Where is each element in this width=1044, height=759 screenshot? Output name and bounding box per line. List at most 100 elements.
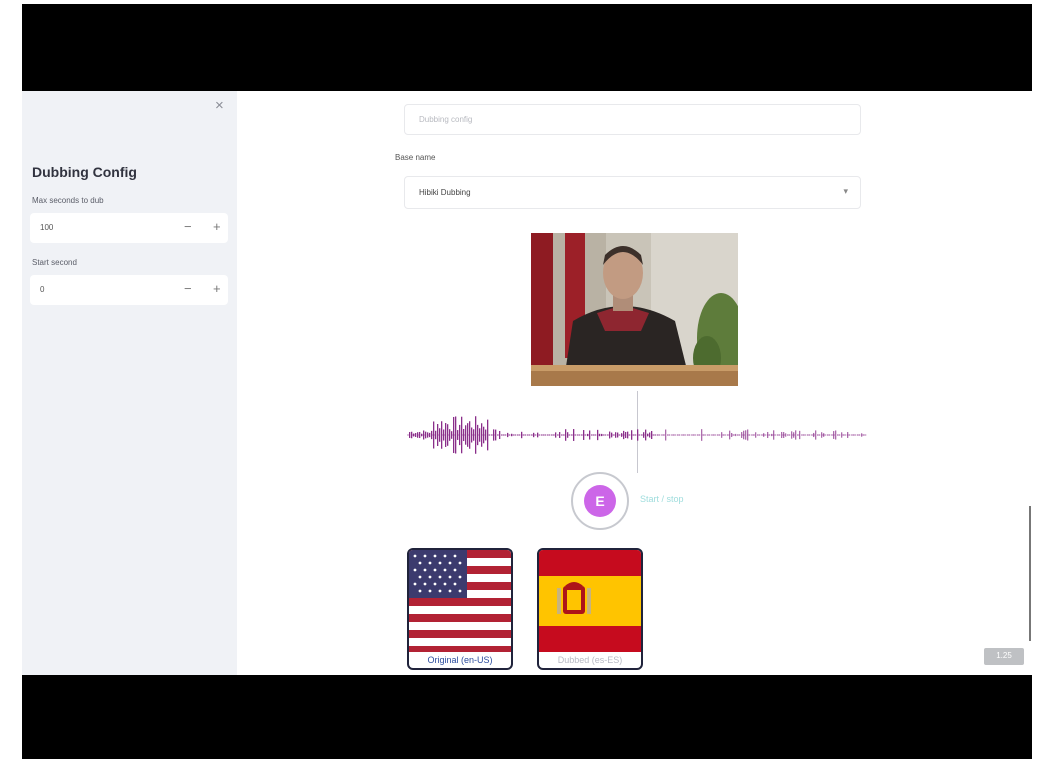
waveform-bar [663,434,665,436]
waveform-bar [755,432,757,438]
waveform-bar [583,430,585,440]
waveform-bar [857,434,859,436]
waveform-bar [569,434,571,436]
sidebar: × Dubbing Config Max seconds to dub 100 … [22,91,237,675]
scrollbar-thumb[interactable] [1029,506,1031,641]
waveform-bar [699,434,701,436]
waveform-bar [721,432,723,438]
waveform-bar [519,434,521,436]
waveform-bar [725,434,727,436]
max-seconds-input[interactable]: 100 − + [30,213,228,243]
speaker-video-image [531,233,738,386]
waveform-bar [609,431,611,439]
language-caption-dubbed: Dubbed (es-ES) [557,655,623,665]
audio-waveform[interactable] [407,411,867,459]
voice-select[interactable]: Hibiki Dubbing ▾ [404,176,861,209]
waveform-bar [423,430,425,440]
start-second-input[interactable]: 0 − + [30,275,228,305]
waveform-bar [777,434,779,436]
record-play-button[interactable]: E [571,472,629,530]
waveform-bar [707,434,709,436]
waveform-bar [789,434,791,436]
waveform-bar [791,431,793,439]
max-seconds-value[interactable]: 100 [40,223,53,232]
waveform-bar [501,434,503,436]
waveform-bar [853,434,855,436]
waveform-bar [553,434,555,436]
waveform-bar [739,434,741,436]
waveform-bar [537,432,539,438]
chevron-down-icon[interactable]: ▾ [843,186,848,197]
waveform-bar [773,430,775,440]
speed-badge: 1.25 [984,648,1024,665]
waveform-bar [623,430,625,440]
waveform-bar [555,432,557,438]
waveform-bar [695,434,697,436]
waveform-bar [863,434,865,436]
waveform-bar [717,434,719,436]
waveform-bar [413,433,415,437]
waveform-bar [491,434,493,436]
waveform-bar [753,434,755,436]
waveform-bar [685,434,687,436]
waveform-bar [727,434,729,436]
waveform-bar [751,434,753,436]
waveform-bar [703,434,705,436]
waveform-bar [591,434,593,436]
waveform-bar [409,432,411,438]
waveform-bar [709,434,711,436]
waveform-bar [485,429,487,441]
waveform-bar [411,431,413,439]
top-text-input[interactable]: Dubbing config [404,104,861,135]
waveform-bar [761,434,763,436]
waveform-bar [637,429,639,441]
waveform-bar [787,434,789,436]
waveform-bar [825,434,827,436]
waveform-bar [851,434,853,436]
waveform-bar [757,434,759,436]
start-second-value[interactable]: 0 [40,285,44,294]
sidebar-close-icon[interactable]: × [215,97,224,114]
start-second-increment-button[interactable]: + [213,281,221,296]
waveform-bar [459,424,461,446]
waveform-bar [819,434,821,436]
language-card-dubbed[interactable]: Dubbed (es-ES) [537,548,643,670]
waveform-bar [667,434,669,436]
waveform-bar [651,430,653,440]
waveform-bar [767,431,769,439]
waveform-bar [625,431,627,439]
language-card-original[interactable]: Original (en-US) [407,548,513,670]
waveform-bar [577,434,579,436]
waveform-bar [415,433,417,437]
waveform-bar [793,432,795,438]
max-seconds-decrement-button[interactable]: − [184,219,192,234]
waveform-bar [781,431,783,439]
waveform-bar [669,434,671,436]
speaker-photo-icon [531,233,738,386]
waveform-bar [771,433,773,437]
waveform-bar [533,432,535,438]
top-text-input-placeholder: Dubbing config [419,115,473,124]
waveform-bar [443,429,445,441]
voice-select-value: Hibiki Dubbing [419,188,471,197]
waveform-bar [431,430,433,440]
waveform-bar [539,434,541,436]
play-button-icon: E [584,485,616,517]
waveform-bar [493,429,495,441]
waveform-bar [735,433,737,437]
waveform-bar [821,432,823,438]
start-second-decrement-button[interactable]: − [184,281,192,296]
waveform-bar [513,434,515,436]
waveform-bar [687,434,689,436]
waveform-bar [529,434,531,436]
waveform-bar [455,416,457,454]
waveform-bar [507,432,509,438]
waveform-bar [571,434,573,436]
waveform-bar [827,434,829,436]
max-seconds-increment-button[interactable]: + [213,219,221,234]
waveform-bar [607,434,609,436]
waveform-bar [829,434,831,436]
waveform-bar [641,434,643,436]
waveform-bar [499,430,501,440]
waveform-bar [797,434,799,436]
